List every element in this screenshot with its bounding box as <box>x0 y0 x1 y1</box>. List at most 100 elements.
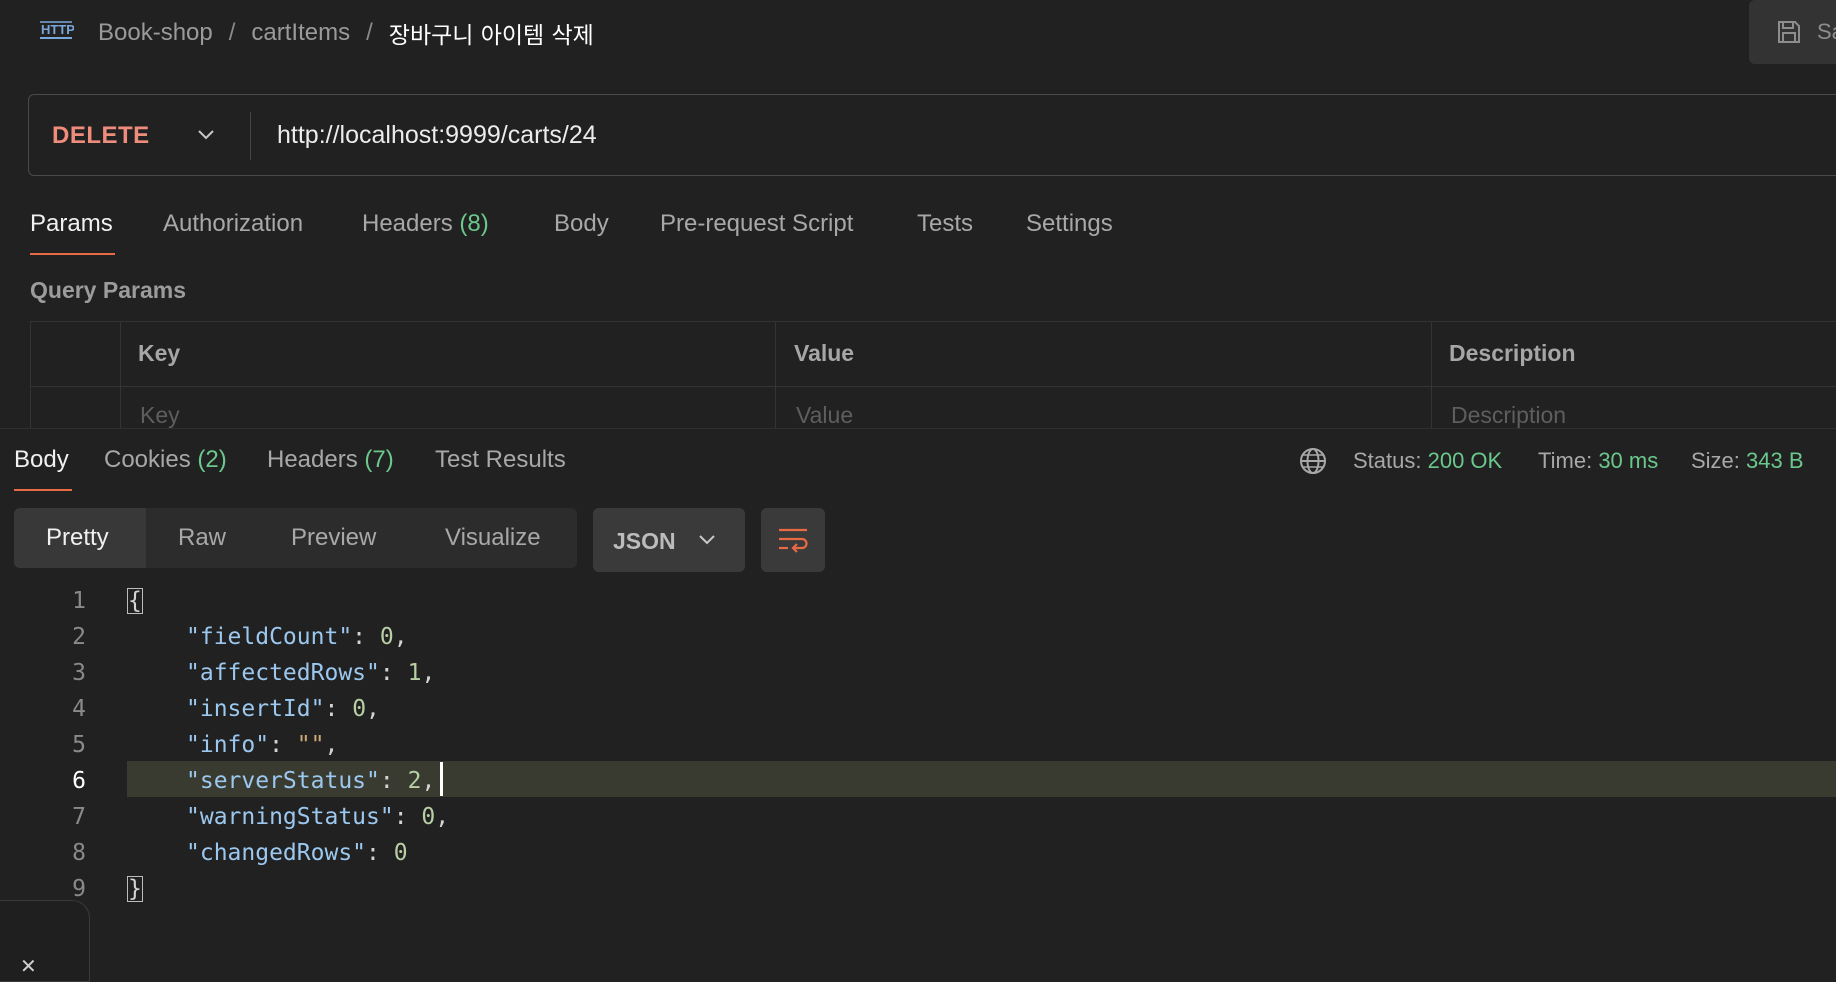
time-value: 30 ms <box>1598 448 1659 473</box>
json-colon: : <box>393 804 422 830</box>
pane-divider[interactable] <box>0 428 1836 429</box>
table-divider <box>775 322 776 432</box>
collapsed-panel[interactable] <box>0 900 90 982</box>
key-input[interactable]: Key <box>140 402 180 429</box>
line-number: 5 <box>72 732 86 758</box>
line-number: 2 <box>72 624 86 650</box>
line-number: 7 <box>72 804 86 830</box>
tab-pre-request-script[interactable]: Pre-request Script <box>660 210 853 238</box>
chevron-down-icon <box>699 535 715 545</box>
view-visualize-button[interactable]: Visualize <box>445 524 541 552</box>
tab-label: Params <box>30 210 113 237</box>
json-key: "fieldCount" <box>186 624 353 650</box>
tab-count: (7) <box>364 446 394 473</box>
response-tab-test-results[interactable]: Test Results <box>435 446 566 474</box>
breadcrumb-collection[interactable]: Book-shop <box>98 19 213 47</box>
line-number: 6 <box>72 768 86 794</box>
json-colon: : <box>324 696 353 722</box>
active-tab-indicator <box>30 253 115 255</box>
tab-settings[interactable]: Settings <box>1026 210 1113 238</box>
tab-count: (8) <box>459 210 489 237</box>
view-pretty-button[interactable]: Pretty <box>46 524 109 552</box>
code-text: "insertId": 0, <box>186 691 380 727</box>
status-readout[interactable]: Status: 200 OK <box>1353 448 1502 474</box>
response-tab-body[interactable]: Body <box>14 446 69 474</box>
breadcrumb-separator: / <box>366 19 373 46</box>
tab-tests[interactable]: Tests <box>917 210 973 238</box>
http-icon: HTTP <box>40 21 74 39</box>
tab-authorization[interactable]: Authorization <box>163 210 303 238</box>
status-value: 200 OK <box>1427 448 1503 473</box>
json-comma: , <box>435 804 450 830</box>
json-value: 1 <box>407 660 422 686</box>
size-readout[interactable]: Size: 343 B <box>1691 448 1804 474</box>
tab-label: Headers <box>267 446 358 473</box>
code-line: 7 "warningStatus": 0, <box>0 799 1836 835</box>
table-divider <box>30 386 1836 387</box>
svg-text:HTTP: HTTP <box>41 22 74 37</box>
request-name[interactable]: 장바구니 아이템 삭제 <box>389 16 594 50</box>
response-tab-cookies[interactable]: Cookies (2) <box>104 446 227 474</box>
json-key: "warningStatus" <box>186 804 394 830</box>
text-caret <box>440 762 443 796</box>
code-line: 2 "fieldCount": 0, <box>0 619 1836 655</box>
format-label: JSON <box>613 528 676 554</box>
column-header-key: Key <box>138 340 181 366</box>
tab-headers[interactable]: Headers (8) <box>362 210 489 238</box>
json-comma: , <box>366 696 380 722</box>
wrap-lines-icon <box>779 528 808 553</box>
query-params-title: Query Params <box>30 277 186 303</box>
line-number: 8 <box>72 840 86 866</box>
json-colon: : <box>352 624 380 650</box>
tab-label: Headers <box>362 210 453 237</box>
code-line: 9} <box>0 871 1836 907</box>
code-text: { <box>127 583 143 619</box>
response-tab-headers[interactable]: Headers (7) <box>267 446 394 474</box>
json-comma: , <box>324 732 339 758</box>
breadcrumb: Book-shop / cartItems / 장바구니 아이템 삭제 <box>98 16 594 50</box>
code-line: 6 "serverStatus": 2, <box>0 763 1836 799</box>
code-line: 1{ <box>0 583 1836 619</box>
view-raw-button[interactable]: Raw <box>178 524 226 552</box>
chevron-down-icon[interactable] <box>196 128 216 142</box>
time-label: Time: <box>1538 448 1593 473</box>
json-value: 0 <box>352 696 367 722</box>
json-value: 0 <box>393 840 408 866</box>
breadcrumb-separator: / <box>228 19 236 46</box>
description-input[interactable]: Description <box>1451 402 1566 429</box>
view-preview-button[interactable]: Preview <box>291 524 376 552</box>
tab-label: Body <box>554 210 609 237</box>
url-input[interactable]: http://localhost:9999/carts/24 <box>277 121 597 150</box>
code-text: "changedRows": 0 <box>186 835 408 871</box>
tab-label: Settings <box>1026 210 1113 237</box>
tab-params[interactable]: Params <box>30 210 113 238</box>
json-comma: , <box>421 768 436 794</box>
json-key: "affectedRows" <box>186 660 380 686</box>
line-number: 3 <box>72 660 86 686</box>
table-divider <box>1431 322 1432 432</box>
json-value: 2 <box>407 768 422 794</box>
status-label: Status: <box>1353 448 1422 473</box>
size-label: Size: <box>1691 448 1740 473</box>
save-button[interactable]: Sa <box>1749 0 1836 64</box>
tab-label: Pre-request Script <box>660 210 854 237</box>
tab-label: Authorization <box>163 210 304 237</box>
method-select[interactable]: DELETE <box>52 122 150 150</box>
json-brace: { <box>127 588 143 614</box>
column-header-description: Description <box>1449 340 1576 366</box>
tab-body[interactable]: Body <box>554 210 609 238</box>
json-value: 0 <box>421 804 436 830</box>
size-value: 343 B <box>1746 448 1804 473</box>
tab-label: Test Results <box>435 446 566 473</box>
code-line: 8 "changedRows": 0 <box>0 835 1836 871</box>
url-divider <box>250 112 251 160</box>
json-colon: : <box>379 768 408 794</box>
json-brace: } <box>127 876 143 902</box>
breadcrumb-folder[interactable]: cartItems <box>251 19 350 47</box>
time-readout[interactable]: Time: 30 ms <box>1538 448 1658 474</box>
globe-icon[interactable] <box>1298 446 1328 476</box>
close-icon[interactable]: ✕ <box>20 954 37 979</box>
line-number: 4 <box>72 696 86 722</box>
value-input[interactable]: Value <box>796 402 853 429</box>
active-tab-indicator <box>14 489 72 491</box>
